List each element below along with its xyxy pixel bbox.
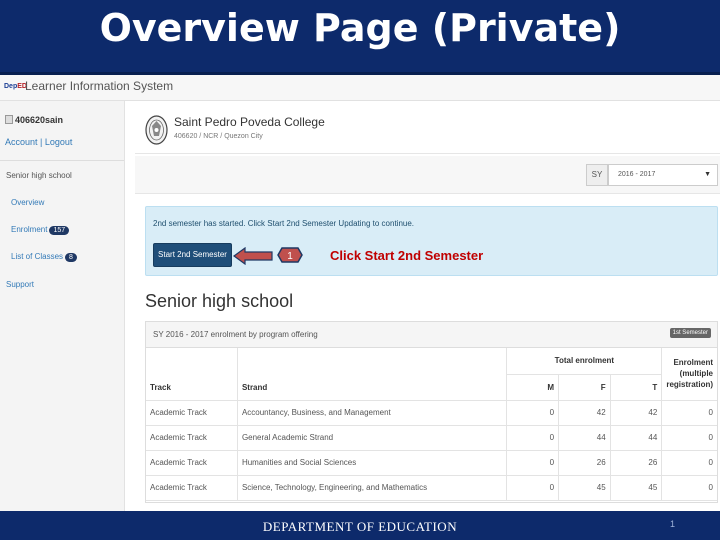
sidebar-item-label: Overview: [11, 198, 45, 207]
cell-track: Academic Track: [146, 400, 238, 426]
user-row: 406620sain: [5, 115, 63, 125]
header-reg-line-3: registration): [666, 380, 713, 390]
sidebar-item-enrolment[interactable]: Enrolment 157: [11, 225, 70, 235]
cell-f: 44: [558, 425, 611, 451]
enrolment-table: Track Strand Total enrolment Enrolment (…: [146, 348, 717, 501]
cell-t: 45: [610, 475, 663, 501]
callout-instruction: Click Start 2nd Semester: [330, 248, 484, 263]
cell-t: 26: [610, 450, 663, 476]
cell-reg: 0: [661, 475, 717, 501]
cell-m: 0: [506, 400, 560, 426]
slide-title: Overview Page (Private): [99, 6, 621, 50]
cell-strand: General Academic Strand: [237, 425, 508, 451]
cell-f: 45: [558, 475, 611, 501]
header-strand: Strand: [237, 348, 508, 401]
sidebar-item-label: List of Classes: [11, 252, 64, 261]
cell-strand: Humanities and Social Sciences: [237, 450, 508, 476]
cell-f: 42: [558, 400, 611, 426]
cell-reg: 0: [661, 400, 717, 426]
cell-track: Academic Track: [146, 425, 238, 451]
header-total-enrolment: Total enrolment: [506, 348, 663, 375]
cell-t: 42: [610, 400, 663, 426]
account-logout-link[interactable]: Account | Logout: [5, 137, 72, 147]
panel-title: SY 2016 - 2017 enrolment by program offe…: [153, 330, 318, 339]
page-number: 1: [670, 519, 676, 529]
deped-logo[interactable]: DepED: [4, 83, 27, 90]
header-reg-line-2: (multiple: [679, 369, 713, 379]
hexagon-step-icon: 1: [277, 247, 303, 263]
table-row: Academic Track Science, Technology, Engi…: [146, 475, 717, 501]
school-location: 406620 / NCR / Quezon City: [174, 133, 263, 140]
alert-message: 2nd semester has started. Click Start 2n…: [153, 219, 415, 228]
logo-text-dep: Dep: [4, 83, 18, 90]
app-top-bar: DepED Learner Information System: [0, 75, 720, 101]
avatar-icon: [5, 115, 13, 124]
school-year-bar: SY 2016 - 2017 ▼: [135, 156, 720, 194]
left-arrow-icon: [233, 247, 273, 265]
cell-m: 0: [506, 475, 560, 501]
sidebar: 406620sain Account | Logout Senior high …: [0, 101, 125, 511]
sy-label: SY: [586, 164, 608, 186]
enrolment-panel: SY 2016 - 2017 enrolment by program offe…: [145, 321, 718, 503]
table-header-row-1: Track Strand Total enrolment Enrolment (…: [146, 348, 717, 401]
school-seal-icon: [145, 115, 168, 145]
school-name: Saint Pedro Poveda College: [174, 115, 325, 129]
username: 406620sain: [15, 115, 64, 125]
school-year-select[interactable]: 2016 - 2017 ▼: [608, 164, 718, 186]
header-t: T: [610, 374, 663, 401]
start-2nd-semester-button[interactable]: Start 2nd Semester: [153, 243, 232, 267]
semester-alert: 2nd semester has started. Click Start 2n…: [145, 206, 718, 276]
cell-strand: Science, Technology, Engineering, and Ma…: [237, 475, 508, 501]
sidebar-divider: [0, 160, 124, 161]
semester-label: 1st Semester: [669, 328, 711, 338]
header-enrolment-multiple-registration: Enrolment (multiple registration): [661, 348, 717, 401]
cell-track: Academic Track: [146, 450, 238, 476]
step-number: 1: [287, 251, 293, 262]
sidebar-item-list-of-classes[interactable]: List of Classes 8: [11, 252, 77, 262]
school-header: Saint Pedro Poveda College 406620 / NCR …: [135, 104, 720, 154]
sidebar-item-support[interactable]: Support: [6, 280, 34, 289]
classes-count-badge: 8: [65, 253, 77, 262]
footer-department: DEPARTMENT OF EDUCATION: [262, 519, 458, 534]
sidebar-item-overview[interactable]: Overview: [11, 198, 44, 207]
table-row: Academic Track General Academic Strand 0…: [146, 425, 717, 451]
cell-track: Academic Track: [146, 475, 238, 501]
sidebar-item-label: Enrolment: [11, 225, 48, 234]
cell-reg: 0: [661, 425, 717, 451]
cell-t: 44: [610, 425, 663, 451]
header-track: Track: [146, 348, 238, 401]
section-title: Senior high school: [145, 291, 294, 311]
table-row: Academic Track Humanities and Social Sci…: [146, 450, 717, 476]
header-reg-line-1: Enrolment: [673, 358, 713, 368]
step-marker: 1: [277, 247, 303, 263]
chevron-down-icon: ▼: [704, 171, 711, 178]
cell-m: 0: [506, 450, 560, 476]
slide-footer: DEPARTMENT OF EDUCATION 1: [0, 511, 720, 540]
slide-header: Overview Page (Private): [0, 0, 720, 72]
school-year-value: 2016 - 2017: [618, 171, 656, 178]
header-m: M: [506, 374, 560, 401]
cell-m: 0: [506, 425, 560, 451]
cell-f: 26: [558, 450, 611, 476]
enrolment-count-badge: 157: [49, 226, 70, 235]
panel-header: SY 2016 - 2017 enrolment by program offe…: [146, 322, 717, 348]
cell-reg: 0: [661, 450, 717, 476]
sidebar-section-title: Senior high school: [6, 171, 72, 180]
header-f: F: [558, 374, 611, 401]
table-row: Academic Track Accountancy, Business, an…: [146, 400, 717, 426]
cell-strand: Accountancy, Business, and Management: [237, 400, 508, 426]
app-name[interactable]: Learner Information System: [25, 79, 173, 93]
